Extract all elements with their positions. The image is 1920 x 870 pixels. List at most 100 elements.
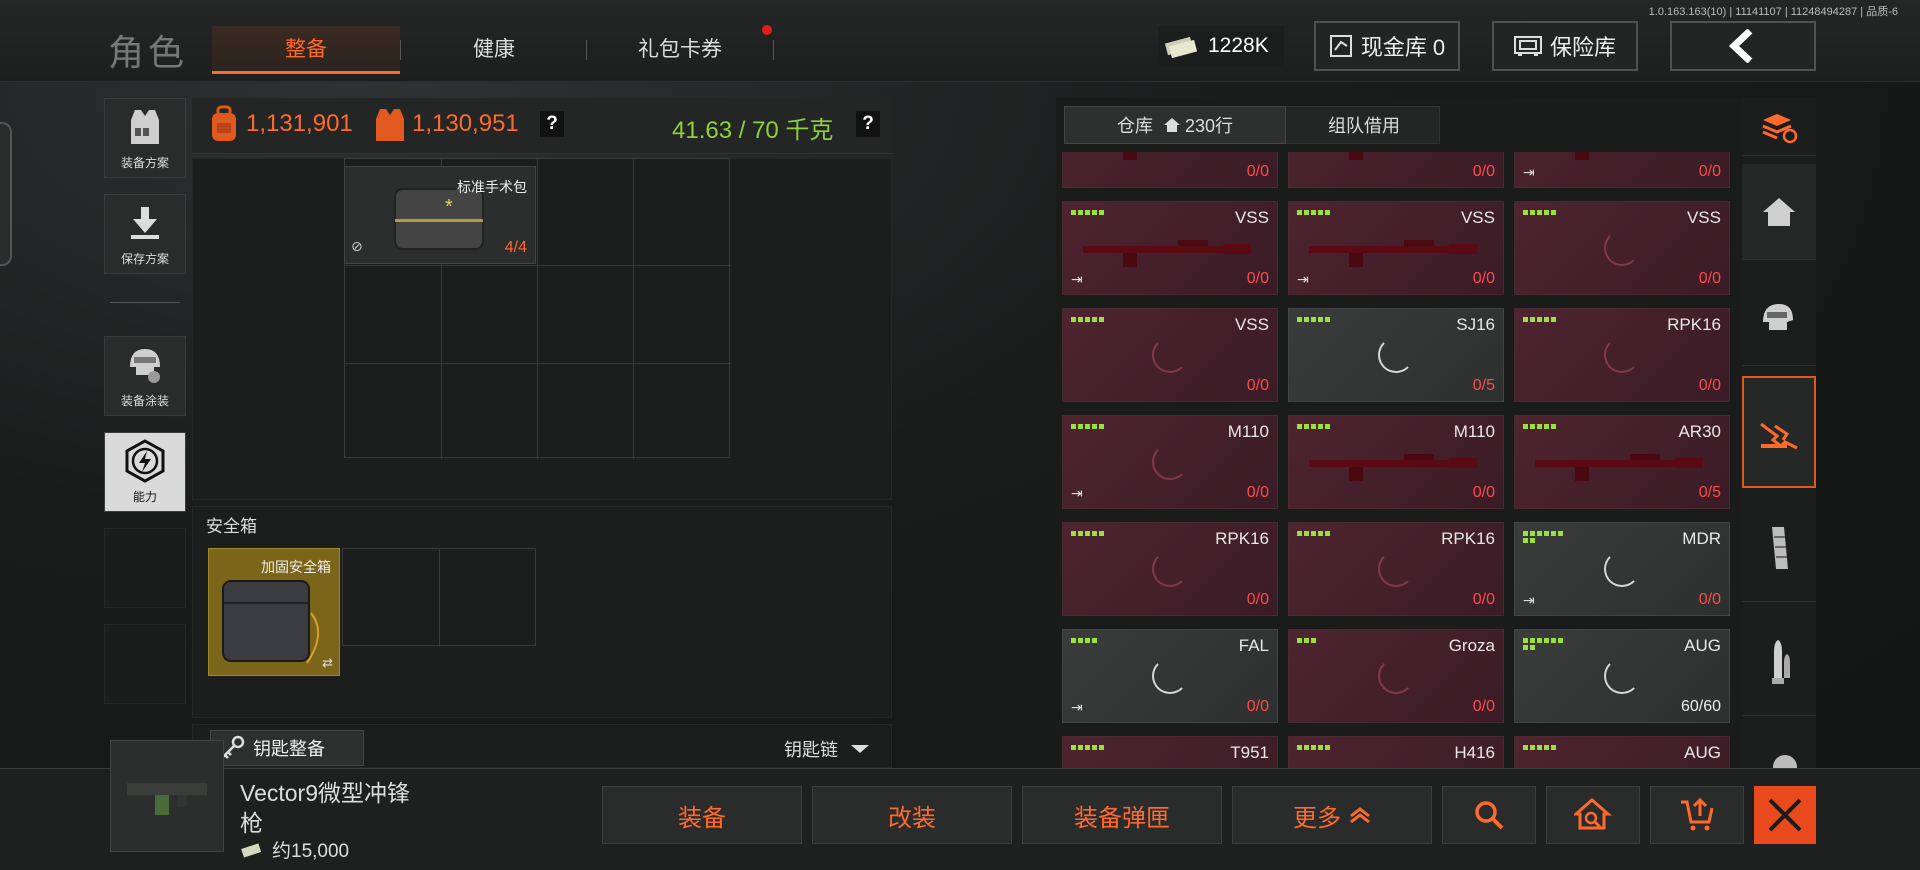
layers-refresh-icon [1759, 110, 1799, 144]
quality-pip [1085, 424, 1090, 429]
tab-maintenance[interactable]: 整备 [212, 26, 400, 74]
quality-pip [1530, 317, 1535, 322]
warehouse-item-card[interactable]: M110 0/0 [1288, 415, 1504, 509]
magazine-icon [1766, 525, 1792, 571]
category-helmet[interactable] [1742, 270, 1816, 366]
weight-help-button[interactable]: ? [856, 111, 880, 137]
category-magazine[interactable] [1742, 494, 1816, 602]
equip-button[interactable]: 装备 [602, 786, 802, 844]
warehouse-item-card[interactable]: RPK16 0/0 [1288, 522, 1504, 616]
search-button[interactable] [1442, 786, 1536, 844]
value-help-button[interactable]: ? [540, 111, 564, 137]
category-ammo[interactable] [1742, 608, 1816, 716]
item-count: 0/0 [1472, 163, 1495, 180]
warehouse-item-card[interactable]: H416 [1288, 736, 1504, 768]
category-home[interactable] [1742, 164, 1816, 260]
warehouse-item-card[interactable]: T951 [1062, 736, 1278, 768]
category-weapon[interactable] [1742, 376, 1816, 488]
sidebar-equipment-skin[interactable]: 装备涂装 [104, 336, 186, 416]
quality-level-indicator [1297, 745, 1337, 750]
warehouse-item-card[interactable]: RPK16 0/0 [1514, 308, 1730, 402]
backpack-item-surgical-kit[interactable]: * 标准手术包 ⊘ 4/4 [344, 166, 536, 264]
quality-pip [1085, 531, 1090, 536]
quality-pip [1297, 317, 1302, 322]
tab-health[interactable]: 健康 [400, 26, 588, 74]
back-button[interactable] [1670, 21, 1816, 71]
quality-pip [1092, 531, 1097, 536]
quality-pip [1530, 645, 1535, 650]
left-edge-handle[interactable] [0, 122, 12, 266]
search-icon [1474, 800, 1504, 830]
cash-vault-button[interactable]: 现金库 0 [1314, 21, 1460, 71]
item-name: 标准手术包 [457, 179, 527, 195]
warehouse-item-card[interactable]: Groza 0/0 [1288, 629, 1504, 723]
modify-button[interactable]: 改装 [812, 786, 1012, 844]
sidebar-loadout-plan[interactable]: 装备方案 [104, 98, 186, 178]
quality-pip [1099, 745, 1104, 750]
warehouse-item-card[interactable]: AR30 0/5 [1514, 415, 1730, 509]
tab-warehouse-storage[interactable]: 仓库 230行 [1064, 106, 1286, 144]
sidebar-save-plan[interactable]: 保存方案 [104, 194, 186, 274]
quality-pip [1318, 531, 1323, 536]
store-to-warehouse-button[interactable] [1546, 786, 1640, 844]
quality-pip [1325, 531, 1330, 536]
more-button[interactable]: 更多 [1232, 786, 1432, 844]
item-name: Groza [1448, 636, 1495, 655]
warehouse-item-card[interactable]: 0/0 [1062, 152, 1278, 188]
sidebar-ability[interactable]: 能力 [104, 432, 186, 512]
quality-pip [1311, 424, 1316, 429]
item-name: VSS [1460, 208, 1495, 227]
quality-pip [1530, 745, 1535, 750]
quality-pip [1325, 424, 1330, 429]
sell-button[interactable] [1650, 786, 1744, 844]
warehouse-item-card[interactable]: MDR ⇥ 0/0 [1514, 522, 1730, 616]
extract-icon: ⇥ [1071, 485, 1083, 501]
cash-icon [1164, 34, 1198, 58]
quality-pip [1318, 745, 1323, 750]
warehouse-item-card[interactable]: FAL ⇥ 0/0 [1062, 629, 1278, 723]
quality-level-indicator [1297, 317, 1337, 322]
quality-pip [1078, 317, 1083, 322]
quality-pip [1085, 638, 1090, 643]
quality-pip [1304, 424, 1309, 429]
item-count: 4/4 [504, 239, 527, 256]
close-button[interactable] [1754, 786, 1816, 844]
quality-level-indicator [1297, 424, 1337, 429]
quality-pip [1078, 638, 1083, 643]
warehouse-item-card[interactable]: M110 ⇥ 0/0 [1062, 415, 1278, 509]
item-name: VSS [1234, 315, 1269, 334]
warehouse-item-card[interactable]: AUG 60/60 [1514, 629, 1730, 723]
warehouse-item-card[interactable]: RPK16 0/0 [1062, 522, 1278, 616]
warehouse-item-card[interactable]: AUG [1514, 736, 1730, 768]
keychain-dropdown[interactable]: 钥匙链 [784, 736, 870, 762]
item-count: 0/0 [1472, 591, 1495, 608]
tab-team-borrow[interactable]: 组队借用 [1288, 106, 1440, 144]
tab-storage-label: 仓库 [1116, 116, 1153, 136]
safe-item-name: 加固安全箱 [261, 559, 331, 575]
equip-magazine-button[interactable]: 装备弹匣 [1022, 786, 1222, 844]
quality-pip [1325, 210, 1330, 215]
quality-pip [1523, 531, 1528, 536]
keychain-label: 钥匙链 [784, 740, 838, 760]
warehouse-item-card[interactable]: VSS ⇥ 0/0 [1288, 201, 1504, 295]
loading-spinner-icon [1152, 658, 1188, 694]
item-count: 0/0 [1246, 270, 1269, 287]
loading-spinner-icon [1604, 230, 1640, 266]
category-sort-button[interactable] [1742, 98, 1816, 156]
warehouse-item-card[interactable]: 0/0 [1288, 152, 1504, 188]
item-name: RPK16 [1441, 529, 1495, 548]
warehouse-item-card[interactable]: SJ16 0/5 [1288, 308, 1504, 402]
warehouse-item-card[interactable]: VSS 0/0 [1514, 201, 1730, 295]
safe-item-reinforced[interactable]: 加固安全箱 ⇄ [208, 548, 340, 676]
tab-gift-vouchers[interactable]: 礼包卡券 [586, 26, 774, 74]
loading-spinner-icon [1604, 337, 1640, 373]
svg-text:*: * [445, 196, 453, 218]
warehouse-item-card[interactable]: VSS ⇥ 0/0 [1062, 201, 1278, 295]
item-name: M110 [1453, 422, 1495, 441]
key-equip-button[interactable]: 钥匙整备 [210, 730, 364, 766]
quality-pip [1311, 210, 1316, 215]
warehouse-item-card[interactable]: ⇥ 0/0 [1514, 152, 1730, 188]
safe-box-button[interactable]: 保险库 [1492, 21, 1638, 71]
warehouse-item-card[interactable]: VSS 0/0 [1062, 308, 1278, 402]
item-name: VSS [1686, 208, 1721, 227]
